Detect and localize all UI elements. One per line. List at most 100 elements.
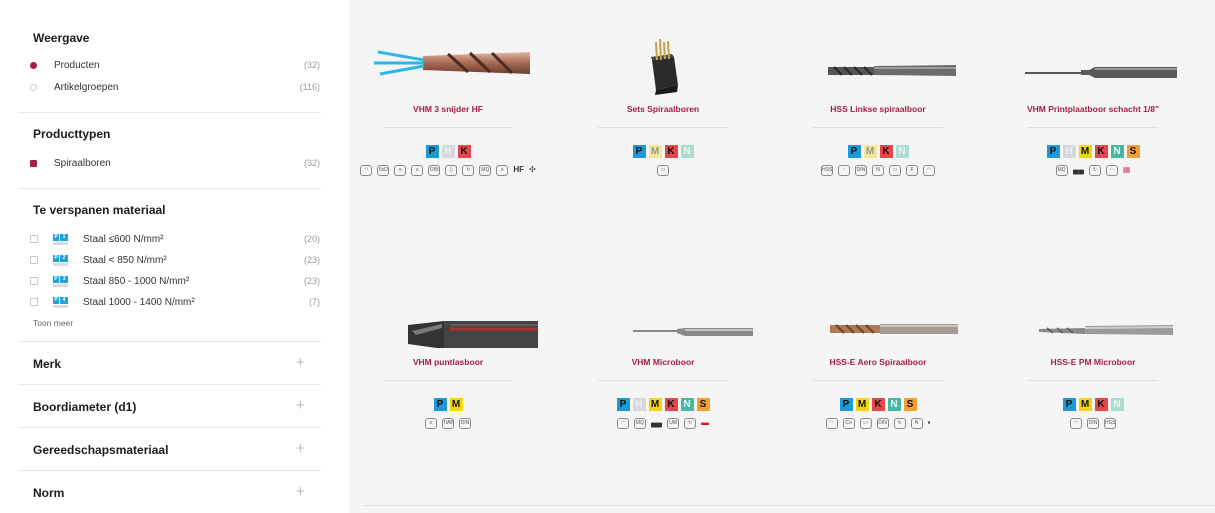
feature-icons: ◠ 5xD ≡ ≡ DIN ▯ ↻ MQ ≡ HF ✣ [359, 165, 537, 176]
divider [18, 427, 321, 428]
symbol-icon: ≡ [496, 165, 509, 176]
product-card[interactable]: VHM Microboor P H M K N S ◠ MQ ▄▄ UM ↻ ▬ [564, 253, 762, 503]
material-p-badge: P [425, 145, 439, 158]
materiaal-option-2[interactable]: P3 Staal 850 - 1000 N/mm² (23) [30, 273, 320, 289]
feature-icons: ◠ MQ ▄▄ UM ↻ ▬ [574, 418, 752, 429]
filter-norm[interactable]: Norm + [18, 472, 321, 512]
rotation-icon: ↻ [684, 418, 697, 429]
product-card[interactable]: HSS-E Aero Spiraalboor P M K N S ◠ Co ▭ … [779, 253, 977, 503]
option-count: (32) [303, 60, 320, 70]
weergave-option-producten[interactable]: Producten (32) [30, 57, 320, 73]
pcb-drill-icon [1025, 67, 1177, 78]
toon-meer-link[interactable]: Toon meer [33, 318, 73, 328]
producttype-option-spiraalboren[interactable]: Spiraalboren (32) [30, 155, 320, 171]
filter-label: Gereedschapsmateriaal [33, 443, 169, 457]
materiaal-option-3[interactable]: P4 Staal 1000 - 1400 N/mm² (7) [30, 294, 320, 310]
mq-icon: MQ [479, 165, 492, 176]
material-n-badge: N [1110, 398, 1124, 411]
material-n-badge: N [680, 145, 694, 158]
cobalt-icon: Co [842, 418, 855, 429]
checkbox-icon [30, 235, 38, 243]
material-k-badge: K [879, 145, 893, 158]
option-label: Staal ≤600 N/mm² [83, 233, 164, 245]
divider [18, 341, 321, 342]
material-s-badge: S [903, 398, 917, 411]
depth-5xd-icon: 5xD [377, 165, 390, 176]
spiral-icon: ◠ [1105, 165, 1118, 176]
rotation-icon: ↻ [893, 418, 906, 429]
fan-icon: ✣ [528, 165, 536, 174]
product-card[interactable]: VHM Printplaatboor schacht 1/8" P H M K … [994, 0, 1192, 250]
weergave-title: Weergave [33, 31, 90, 45]
product-title: HSS-E Aero Spiraalboor [829, 357, 927, 367]
material-p-badge: P [1046, 145, 1060, 158]
materiaal-option-1[interactable]: P2 Staal < 850 N/mm² (23) [30, 252, 320, 268]
option-label: Staal 1000 - 1400 N/mm² [83, 296, 195, 308]
filter-merk[interactable]: Merk + [18, 343, 321, 383]
spiral-icon: ◠ [360, 165, 373, 176]
feature-icons: ◠ Co ▭ DIN ↻ N ▪ [789, 418, 967, 429]
material-p-icon: P3 [53, 275, 68, 287]
grid-icon: ▦ [1122, 165, 1131, 174]
um-icon: UM [667, 418, 680, 429]
divider [813, 127, 943, 128]
material-p-badge: P [433, 398, 447, 411]
material-badges: P H K [349, 145, 547, 158]
product-card[interactable]: HSS Linkse spiraalboor P M K N HSS ◝ DIN… [779, 0, 977, 250]
divider [813, 380, 943, 381]
checkbox-icon [30, 277, 38, 285]
product-card[interactable]: VHM 3 snijder HF P H K ◠ 5xD ≡ ≡ DIN ▯ ↻… [349, 0, 547, 250]
divider [383, 380, 513, 381]
material-s-badge: S [1126, 145, 1140, 158]
plus-icon: + [296, 397, 305, 414]
option-count: (7) [309, 297, 320, 307]
option-label: Artikelgroepen [54, 81, 119, 93]
drill-set-box-icon [651, 38, 678, 95]
radio-empty-icon [30, 83, 37, 91]
spiral-icon: ◠ [616, 418, 629, 429]
kit-icon: ▪ [927, 418, 931, 427]
filter-label: Boordiameter (d1) [33, 400, 137, 414]
material-k-badge: K [1094, 398, 1108, 411]
producttypen-title: Producttypen [33, 127, 111, 141]
material-k-badge: K [664, 398, 678, 411]
din-icon: DIN [459, 418, 471, 429]
filter-boordiameter[interactable]: Boordiameter (d1) + [18, 386, 321, 426]
spiral-icon: ◠ [923, 165, 935, 176]
material-n-badge: N [680, 398, 694, 411]
option-count: (32) [303, 158, 320, 168]
pm-micro-drill-icon [1039, 325, 1174, 335]
weergave-option-artikelgroepen[interactable]: Artikelgroepen (116) [30, 79, 320, 95]
product-grid: VHM 3 snijder HF P H K ◠ 5xD ≡ ≡ DIN ▯ ↻… [349, 0, 1215, 513]
internal-cooling-icon: ≡ [425, 418, 437, 429]
material-m-badge: M [855, 398, 869, 411]
din-icon: DIN [876, 418, 889, 429]
product-card[interactable]: Sets Spiraalboren P M K N ▭ [564, 0, 762, 250]
divider [598, 127, 728, 128]
din-icon: DIN [855, 165, 867, 176]
divider [1028, 380, 1158, 381]
product-card[interactable]: HSS-E PM Microboor P M K N ◠ DIN HSS [994, 253, 1192, 503]
hss-icon: HSS [821, 165, 833, 176]
product-card[interactable]: VHM puntlasboor P M ≡ TiAlN DIN [349, 253, 547, 503]
package-icon: ▄▄ [1072, 165, 1084, 174]
material-p-icon: P2 [53, 254, 68, 266]
material-p-badge: P [1062, 398, 1076, 411]
divider [18, 188, 321, 189]
material-p-badge: P [847, 145, 861, 158]
material-p-badge: P [839, 398, 853, 411]
internal-cooling-icon: ≡ [394, 165, 407, 176]
option-label: Producten [54, 59, 100, 71]
left-hand-drill-icon [828, 65, 956, 76]
material-h-badge: H [632, 398, 646, 411]
filter-gereedschapsmateriaal[interactable]: Gereedschapsmateriaal + [18, 429, 321, 469]
product-title: HSS-E PM Microboor [1050, 357, 1136, 367]
spot-weld-drill-icon [408, 321, 538, 348]
bar-icon: ▬ [701, 418, 710, 427]
materiaal-title: Te verspanen materiaal [33, 203, 166, 217]
option-count: (23) [303, 255, 320, 265]
option-label: Staal 850 - 1000 N/mm² [83, 275, 190, 287]
material-badges: P M K N [779, 145, 977, 158]
product-title: VHM Printplaatboor schacht 1/8" [1026, 104, 1160, 114]
materiaal-option-0[interactable]: P1 Staal ≤600 N/mm² (20) [30, 231, 320, 247]
